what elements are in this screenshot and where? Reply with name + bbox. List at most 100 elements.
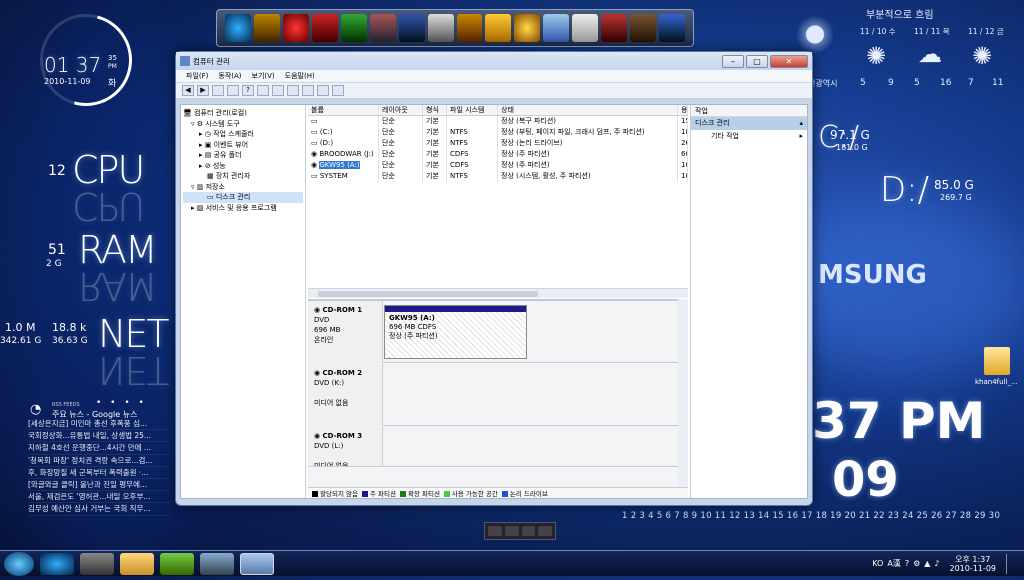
tree-item-shared-folders[interactable]: ▸ ▤ 공유 폴더 [183, 150, 303, 161]
table-row[interactable]: ▭ 단순기본정상 (복구 파티션)15 [308, 116, 688, 127]
disk-cdrom2[interactable]: ◉ CD-ROM 2 DVD (K:) 미디어 없음 [308, 364, 678, 426]
tree-item-device-manager[interactable]: ▦ 장치 관리자 [183, 171, 303, 182]
show-desktop-button[interactable] [1006, 553, 1016, 574]
scroll-thumb[interactable] [318, 291, 538, 297]
start-button[interactable] [4, 551, 34, 576]
table-row[interactable]: ◉ BROODWAR (J:)단순기본CDFS정상 (주 파티션)60 [308, 149, 688, 160]
actions-section-disk-management[interactable]: 디스크 관리 ▴ [691, 117, 807, 130]
mini-button[interactable] [521, 526, 536, 536]
back-icon[interactable]: ◀ [182, 85, 194, 96]
title-bar[interactable]: 컴퓨터 관리 – ▢ ✕ [176, 52, 812, 70]
game-icon[interactable] [659, 14, 685, 42]
partition-block[interactable]: GKW95 (A:) 696 MB CDFS 정상 (주 파티션) [384, 305, 527, 359]
taskbar-s-icon[interactable] [160, 552, 194, 575]
menu-help[interactable]: 도움말(H) [285, 71, 315, 81]
news-item[interactable]: 김무성 예산안 심사 거부는 국회 직무... [28, 503, 170, 516]
settings-icon[interactable] [332, 85, 344, 96]
search-icon[interactable] [317, 85, 329, 96]
help-icon[interactable]: ? [905, 559, 909, 568]
up-folder-icon[interactable] [212, 85, 224, 96]
game-icon[interactable] [369, 14, 396, 42]
news-item[interactable]: 서울, 제검은도 '영허관...내일 오후부... [28, 491, 170, 504]
news-item[interactable]: '청목회 파장' 정치권 격랑 속으로...검... [28, 455, 170, 467]
table-row[interactable]: ◉ GKW95 (A:)단순기본CDFS정상 (주 파티션)10 [308, 160, 688, 171]
minimize-button[interactable]: – [722, 54, 744, 68]
col-type[interactable]: 형식 [423, 105, 447, 115]
game-icon[interactable] [311, 14, 338, 42]
close-button[interactable]: ✕ [770, 54, 808, 68]
settings-icon[interactable]: ⚙ [913, 559, 920, 568]
speaker-icon[interactable]: ♪ [934, 559, 939, 568]
col-status[interactable]: 상태 [498, 105, 678, 115]
game-icon[interactable] [543, 14, 570, 42]
col-layout[interactable]: 레이아웃 [379, 105, 423, 115]
tray-time[interactable]: 오후 1:37 [955, 555, 990, 564]
v-icon[interactable] [485, 14, 512, 42]
rss-page-dots[interactable]: • • • • [96, 398, 147, 408]
weather-day: 11 / 10 수 [860, 27, 896, 36]
taskbar-app-icon[interactable] [80, 552, 114, 575]
game-icon[interactable] [572, 14, 599, 42]
menu-view[interactable]: 보기(V) [252, 71, 275, 81]
table-row[interactable]: ▭ SYSTEM단순기본NTFS정상 (시스템, 활성, 주 파티션)10 [308, 171, 688, 182]
desktop-icon-label[interactable]: khan4full_... [975, 378, 1018, 386]
view-icon[interactable] [257, 85, 269, 96]
game-icon[interactable] [630, 14, 657, 42]
news-item[interactable]: 국회정상화...유통법 내일, 상생법 25... [28, 430, 170, 443]
news-item[interactable]: 후, 화장망질 새 군복부터 폭력출원 ·... [28, 467, 170, 480]
col-volume[interactable]: 볼륨 [308, 105, 379, 115]
horizontal-scrollbar[interactable] [308, 288, 688, 298]
rescan-icon[interactable] [302, 85, 314, 96]
properties-icon[interactable] [287, 85, 299, 96]
menu-file[interactable]: 파일(F) [186, 71, 208, 81]
col-filesystem[interactable]: 파일 시스템 [447, 105, 498, 115]
collapse-icon[interactable]: ▴ [799, 117, 803, 130]
civ-icon[interactable] [456, 14, 483, 42]
mini-button[interactable] [488, 526, 502, 536]
news-item[interactable]: [세상은지금] 미인마 총선 후폭풍 심... [28, 418, 170, 431]
game-icon[interactable] [282, 14, 309, 42]
table-row[interactable]: ▭ (D:)단순기본NTFS정상 (논리 드라이브)26 [308, 138, 688, 149]
help-icon[interactable]: ? [242, 85, 254, 96]
game-icon[interactable] [398, 14, 425, 42]
news-item[interactable]: 지하철 4호선 운행중단...4시간 만에 ... [28, 442, 170, 455]
lang-indicator[interactable]: KO [872, 559, 883, 568]
taskbar-network-icon[interactable] [200, 552, 234, 575]
ime-icon[interactable]: A漢 [887, 558, 900, 569]
game-icon[interactable] [340, 14, 367, 42]
game-icon[interactable] [601, 14, 628, 42]
tree-item-task-scheduler[interactable]: ▸ ◷ 작업 스케줄러 [183, 129, 303, 140]
taskbar-folder-icon[interactable] [120, 552, 154, 575]
disk-cdrom3[interactable]: ◉ CD-ROM 3 DVD (L:) 미디어 없음 [308, 427, 678, 467]
tree-item-storage[interactable]: ▿ ▥ 저장소 [183, 182, 303, 193]
disk-cdrom1[interactable]: ◉ CD-ROM 1 DVD 696 MB 온라인 GKW95 (A:) 696 MB … [308, 301, 678, 363]
tree-item-performance[interactable]: ▸ ⊘ 성능 [183, 161, 303, 172]
tree-item-root[interactable]: 🖥 컴퓨터 관리(로컬) [183, 108, 303, 119]
show-tree-icon[interactable] [227, 85, 239, 96]
taskbar-computer-management[interactable] [240, 552, 274, 575]
news-item[interactable]: [와글와글 클릭] 올난과 진일 평무에... [28, 479, 170, 492]
folder-icon[interactable] [984, 347, 1010, 375]
tree-item-system-tools[interactable]: ▿ ⚙ 시스템 도구 [183, 119, 303, 130]
tree-item-event-viewer[interactable]: ▸ ▣ 이벤트 뷰어 [183, 140, 303, 151]
actions-other[interactable]: 기타 작업 ▸ [691, 130, 807, 143]
col-capacity[interactable]: 용 [678, 105, 688, 115]
menu-action[interactable]: 동작(A) [218, 71, 241, 81]
mini-button[interactable] [504, 526, 519, 536]
vertical-scrollbar[interactable] [678, 299, 688, 488]
ie-icon[interactable] [225, 14, 251, 42]
export-icon[interactable] [272, 85, 284, 96]
wolf-icon[interactable] [427, 14, 454, 42]
main-content: 🖥 컴퓨터 관리(로컬) ▿ ⚙ 시스템 도구 ▸ ◷ 작업 스케줄러 ▸ ▣ … [180, 104, 808, 499]
mini-button[interactable] [538, 526, 552, 536]
taskbar-ie-icon[interactable] [40, 552, 74, 575]
tree-item-disk-management[interactable]: ▭ 디스크 관리 [183, 192, 303, 203]
game-icon[interactable] [514, 14, 541, 42]
tray-date[interactable]: 2010-11-09 [950, 564, 997, 573]
up-arrow-icon[interactable]: ▲ [924, 559, 930, 568]
game-icon[interactable] [253, 14, 280, 42]
maximize-button[interactable]: ▢ [746, 54, 768, 68]
forward-icon[interactable]: ▶ [197, 85, 209, 96]
tree-item-services[interactable]: ▸ ▨ 서비스 및 응용 프로그램 [183, 203, 303, 214]
table-row[interactable]: ▭ (C:) 단순 기본 NTFS 정상 (부팅, 페이지 파일, 크래시 덤프, 주 … [308, 127, 688, 138]
